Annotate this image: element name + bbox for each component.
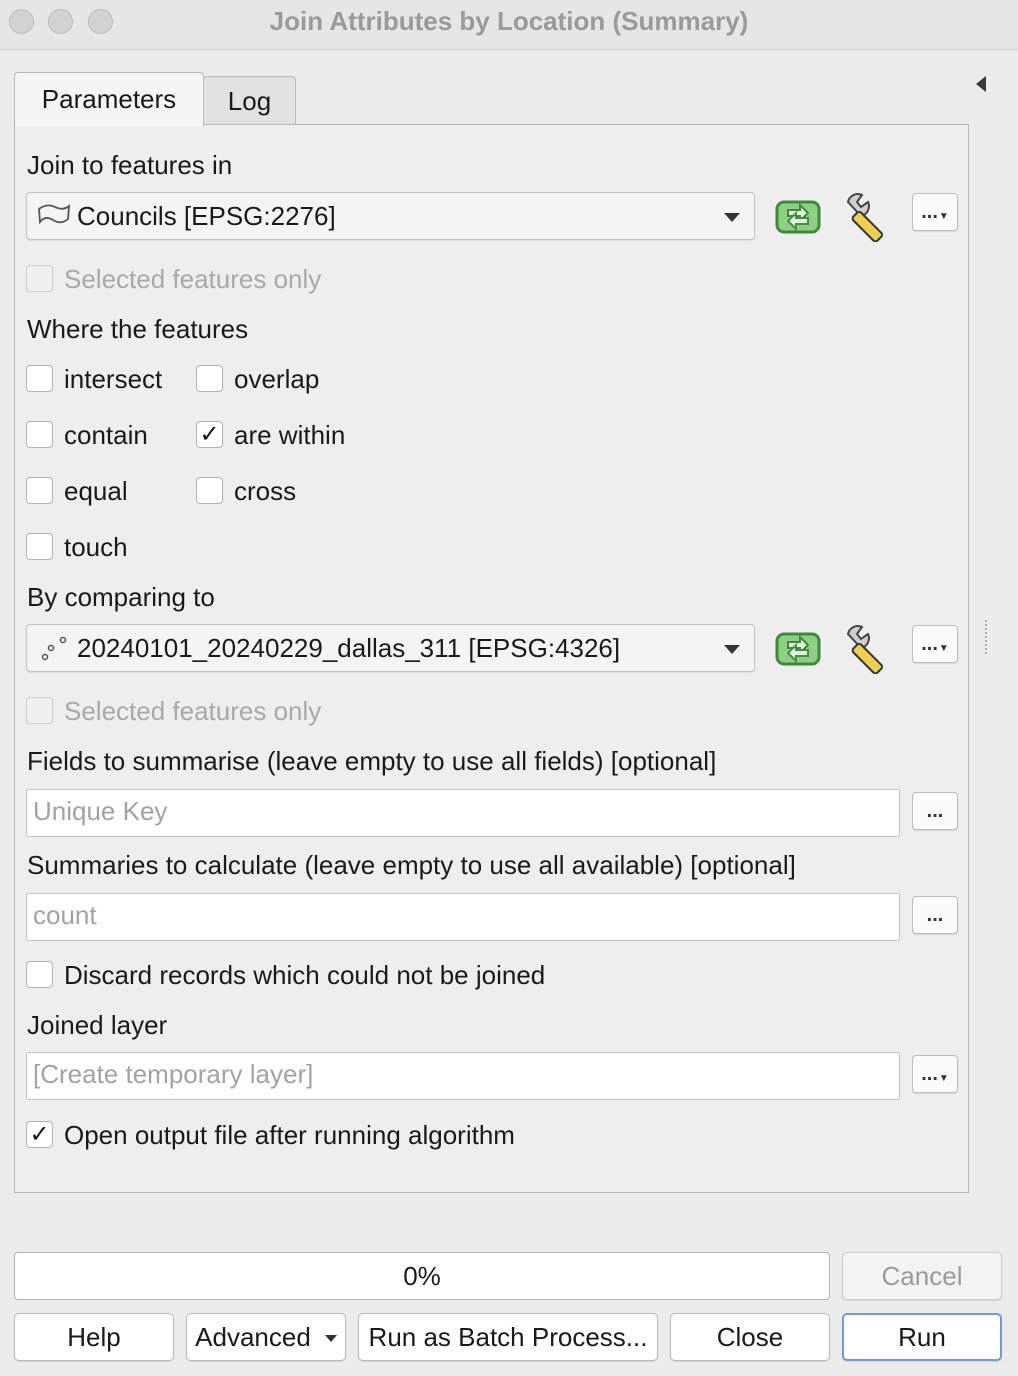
chevron-down-icon (324, 1334, 337, 1342)
help-button[interactable]: Help (14, 1313, 174, 1361)
tab-log-label: Log (227, 85, 272, 116)
overlap-label: overlap (234, 364, 320, 394)
compare-layer-options-button[interactable]: ... ▼ (912, 625, 958, 663)
touch-checkbox[interactable] (26, 533, 53, 560)
chevron-down-icon (724, 645, 740, 654)
compare-layer-combo[interactable]: 20240101_20240229_dallas_311 [EPSG:4326] (26, 624, 755, 672)
cross-checkbox[interactable] (196, 477, 223, 504)
overlap-checkbox[interactable] (196, 365, 223, 392)
cancel-label: Cancel (881, 1260, 963, 1291)
polygon-layer-icon (38, 203, 71, 225)
predicate-label: Where the features (27, 314, 249, 344)
summaries-label: Summaries to calculate (leave empty to u… (27, 850, 796, 880)
compare-selected-only-checkbox[interactable] (26, 697, 53, 724)
compare-layer-label: By comparing to (27, 582, 215, 612)
output-label: Joined layer (27, 1010, 168, 1040)
help-label: Help (67, 1321, 121, 1352)
cancel-button[interactable]: Cancel (842, 1252, 1002, 1300)
advanced-label: Advanced (195, 1321, 311, 1352)
fields-select-button[interactable]: ... (912, 792, 958, 830)
fields-label: Fields to summarise (leave empty to use … (27, 746, 717, 776)
chevron-down-icon (724, 213, 740, 222)
check-mark-icon: ✓ (199, 420, 220, 448)
join-layer-options-button[interactable]: ... ▼ (912, 193, 958, 231)
join-options-dots: ... (921, 201, 938, 223)
wrench-icon[interactable] (844, 624, 896, 674)
join-layer-combo[interactable]: Councils [EPSG:2276] (26, 192, 755, 240)
equal-checkbox[interactable] (26, 477, 53, 504)
check-mark-icon: ✓ (29, 1120, 50, 1148)
refresh-icon[interactable] (774, 195, 822, 239)
run-button[interactable]: Run (842, 1313, 1002, 1361)
join-selected-only-label: Selected features only (64, 264, 322, 294)
advanced-button[interactable]: Advanced (186, 1313, 346, 1361)
join-selected-only-checkbox[interactable] (26, 265, 53, 292)
collapse-arrow-icon[interactable] (976, 76, 986, 92)
touch-label: touch (64, 532, 128, 562)
open-output-checkbox[interactable]: ✓ (26, 1121, 53, 1148)
cross-label: cross (234, 476, 297, 506)
batch-label: Run as Batch Process... (368, 1321, 648, 1352)
equal-label: equal (64, 476, 128, 506)
output-options-button[interactable]: ... ▼ (912, 1055, 958, 1093)
run-label: Run (898, 1321, 946, 1352)
contain-checkbox[interactable] (26, 421, 53, 448)
batch-process-button[interactable]: Run as Batch Process... (358, 1313, 658, 1361)
summaries-input[interactable]: count (26, 893, 900, 941)
tab-parameters-label: Parameters (41, 84, 177, 114)
output-dots: ... (921, 1063, 938, 1085)
discard-label: Discard records which could not be joine… (64, 960, 546, 990)
fields-dots: ... (926, 800, 944, 822)
refresh-icon[interactable] (774, 627, 822, 671)
output-input[interactable]: [Create temporary layer] (26, 1052, 900, 1100)
close-button[interactable]: Close (670, 1313, 830, 1361)
open-output-label: Open output file after running algorithm (64, 1120, 515, 1150)
join-layer-label: Join to features in (27, 150, 233, 180)
window-title: Join Attributes by Location (Summary) (269, 6, 749, 36)
tab-parameters[interactable]: Parameters (14, 72, 204, 126)
intersect-checkbox[interactable] (26, 365, 53, 392)
compare-layer-value: 20240101_20240229_dallas_311 [EPSG:4326] (77, 633, 621, 663)
wrench-icon[interactable] (844, 192, 896, 242)
dropdown-icon: ▼ (938, 643, 949, 654)
summaries-dots: ... (926, 904, 944, 926)
are-within-checkbox[interactable]: ✓ (196, 421, 223, 448)
summaries-select-button[interactable]: ... (912, 896, 958, 934)
dropdown-icon: ▼ (938, 211, 949, 222)
tab-log[interactable]: Log (203, 76, 296, 125)
fields-input[interactable]: Unique Key (26, 789, 900, 837)
splitter-handle[interactable] (985, 620, 989, 654)
contain-label: contain (64, 420, 148, 450)
point-layer-icon (41, 636, 67, 661)
discard-checkbox[interactable] (26, 961, 53, 988)
close-label: Close (716, 1321, 784, 1352)
progress-bar: 0% (14, 1252, 830, 1300)
dropdown-icon: ▼ (938, 1073, 949, 1084)
compare-selected-only-label: Selected features only (64, 696, 322, 726)
join-layer-value: Councils [EPSG:2276] (77, 201, 336, 231)
compare-options-dots: ... (921, 633, 938, 655)
intersect-label: intersect (64, 364, 163, 394)
progress-text: 0% (403, 1260, 441, 1291)
are-within-label: are within (234, 420, 346, 450)
